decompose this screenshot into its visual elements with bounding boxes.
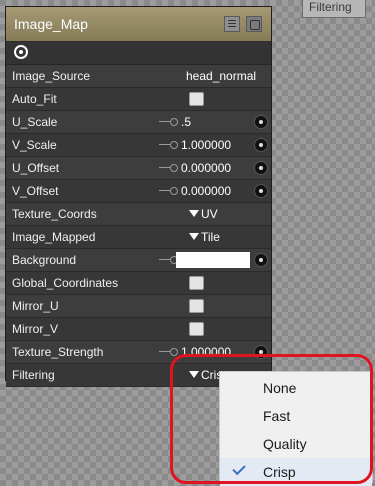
menu-icon[interactable] xyxy=(224,16,240,32)
filtering-options-menu: None Fast Quality Crisp xyxy=(219,371,373,486)
param-row-image-mapped[interactable]: Image_Mapped Tile xyxy=(6,226,271,249)
param-row-u-scale[interactable]: U_Scale .5 xyxy=(6,111,271,134)
key-icon[interactable] xyxy=(159,117,178,127)
node-toolbar xyxy=(6,42,271,65)
menu-item-fast[interactable]: Fast xyxy=(220,402,372,430)
param-label: V_Offset xyxy=(12,184,59,198)
eye-icon[interactable] xyxy=(14,45,28,59)
key-icon[interactable] xyxy=(159,163,178,173)
dropdown-arrow-icon xyxy=(189,233,199,240)
param-row-texture-coords[interactable]: Texture_Coords UV xyxy=(6,203,271,226)
v-offset-value[interactable]: 0.000000 xyxy=(181,184,231,198)
menu-item-crisp[interactable]: Crisp xyxy=(220,458,372,486)
background-color-swatch[interactable] xyxy=(176,252,250,268)
param-label: Filtering xyxy=(12,368,55,382)
texture-strength-value[interactable]: 1.000000 xyxy=(181,345,231,359)
panel-titlebar[interactable]: Image_Map xyxy=(6,7,271,42)
param-row-mirror-v[interactable]: Mirror_V xyxy=(6,318,271,341)
menu-item-label: None xyxy=(263,380,297,396)
param-row-v-offset[interactable]: V_Offset 0.000000 xyxy=(6,180,271,203)
param-row-image-source[interactable]: Image_Source head_normal xyxy=(6,65,271,88)
auto-fit-checkbox[interactable] xyxy=(189,92,204,106)
dropdown-value: UV xyxy=(201,207,218,221)
dropdown-arrow-icon xyxy=(189,210,199,217)
param-label: V_Scale xyxy=(12,138,57,152)
filtering-tab-background[interactable]: Filtering xyxy=(302,0,366,18)
menu-item-label: Fast xyxy=(263,408,291,424)
dropdown-arrow-icon xyxy=(189,371,199,378)
dial-icon[interactable] xyxy=(254,115,268,129)
menu-item-quality[interactable]: Quality xyxy=(220,430,372,458)
key-icon[interactable] xyxy=(159,255,178,265)
image-mapped-dropdown[interactable]: Tile xyxy=(189,230,220,244)
param-label: Mirror_V xyxy=(12,322,59,336)
menu-item-label: Quality xyxy=(263,436,307,452)
dial-icon[interactable] xyxy=(254,138,268,152)
image-map-panel: Image_Map Image_Source head_normal Auto_… xyxy=(5,6,272,387)
scroll-icon[interactable] xyxy=(246,16,262,32)
param-label: U_Offset xyxy=(12,161,60,175)
mirror-u-checkbox[interactable] xyxy=(189,299,204,313)
param-label: Global_Coordinates xyxy=(12,276,119,290)
key-icon[interactable] xyxy=(159,347,178,357)
param-label: Mirror_U xyxy=(12,299,59,313)
dropdown-value: Tile xyxy=(201,230,220,244)
checkmark-icon xyxy=(232,461,246,476)
param-label: Image_Mapped xyxy=(12,230,96,244)
param-label: Background xyxy=(12,253,77,267)
dial-icon[interactable] xyxy=(254,345,268,359)
param-row-v-scale[interactable]: V_Scale 1.000000 xyxy=(6,134,271,157)
mirror-v-checkbox[interactable] xyxy=(189,322,204,336)
param-row-background[interactable]: Background xyxy=(6,249,271,272)
param-row-texture-strength[interactable]: Texture_Strength 1.000000 xyxy=(6,341,271,364)
param-label: Image_Source xyxy=(12,69,91,83)
u-offset-value[interactable]: 0.000000 xyxy=(181,161,231,175)
key-icon[interactable] xyxy=(159,140,178,150)
param-row-mirror-u[interactable]: Mirror_U xyxy=(6,295,271,318)
key-icon[interactable] xyxy=(159,186,178,196)
param-label: Auto_Fit xyxy=(12,92,57,106)
param-label: Texture_Coords xyxy=(12,207,97,221)
v-scale-value[interactable]: 1.000000 xyxy=(181,138,231,152)
param-label: U_Scale xyxy=(12,115,58,129)
parameter-list: Image_Source head_normal Auto_Fit U_Scal… xyxy=(6,65,271,387)
dial-icon[interactable] xyxy=(254,184,268,198)
global-coordinates-checkbox[interactable] xyxy=(189,276,204,290)
dial-icon[interactable] xyxy=(254,161,268,175)
param-row-auto-fit[interactable]: Auto_Fit xyxy=(6,88,271,111)
panel-title: Image_Map xyxy=(14,16,88,32)
dial-icon[interactable] xyxy=(254,253,268,267)
param-row-u-offset[interactable]: U_Offset 0.000000 xyxy=(6,157,271,180)
param-row-global-coordinates[interactable]: Global_Coordinates xyxy=(6,272,271,295)
image-source-value[interactable]: head_normal xyxy=(186,69,256,83)
menu-item-label: Crisp xyxy=(263,464,296,480)
param-label: Texture_Strength xyxy=(12,345,104,359)
texture-coords-dropdown[interactable]: UV xyxy=(189,207,218,221)
menu-item-none[interactable]: None xyxy=(220,374,372,402)
u-scale-value[interactable]: .5 xyxy=(181,115,191,129)
